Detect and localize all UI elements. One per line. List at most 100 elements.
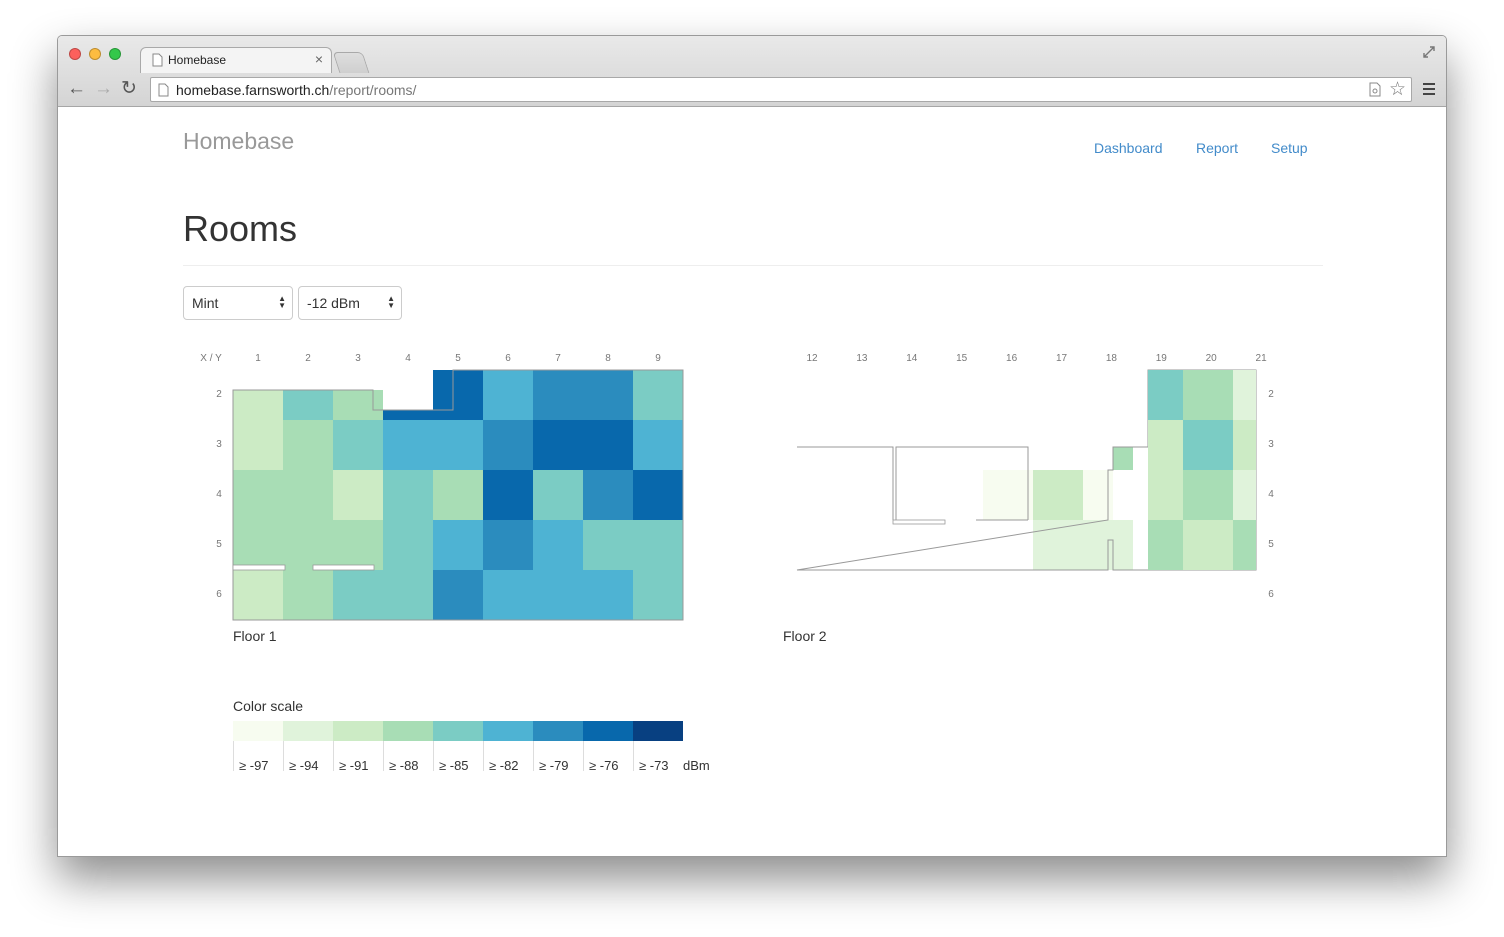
y-axis-label: 2 — [216, 389, 222, 400]
floor1-cell — [633, 520, 683, 570]
page-viewport: Homebase Dashboard Report Setup Rooms Mi… — [58, 108, 1446, 856]
y-axis-label: 5 — [216, 539, 222, 550]
floor1-cell — [383, 420, 433, 470]
menu-icon[interactable] — [1423, 83, 1435, 95]
legend-title: Color scale — [233, 698, 304, 714]
device-select[interactable]: Mint ▲ ▼ — [183, 286, 293, 320]
x-axis-label: 4 — [405, 353, 411, 364]
floor1-cell — [233, 570, 283, 620]
reload-button[interactable]: ↻ — [121, 79, 137, 99]
y-axis-label: 4 — [216, 489, 222, 500]
floor1-cell — [383, 520, 433, 570]
minimize-window-button[interactable] — [89, 48, 101, 60]
device-select-value: Mint — [192, 295, 219, 311]
floor2-cell — [1033, 520, 1113, 570]
legend-swatch — [233, 721, 283, 741]
floor2-cell — [1233, 470, 1256, 520]
y-axis-label: 4 — [1268, 489, 1274, 500]
x-axis-label: 13 — [856, 353, 868, 364]
legend-tick — [233, 741, 234, 771]
nav-dashboard[interactable]: Dashboard — [1094, 140, 1163, 156]
legend-swatch — [583, 721, 633, 741]
new-tab-button[interactable] — [332, 52, 370, 73]
address-bar[interactable]: homebase.farnsworth.ch/report/rooms/ ☆ — [150, 77, 1412, 102]
x-axis-label: 21 — [1255, 353, 1267, 364]
floor1-cell — [483, 520, 533, 570]
nav-report[interactable]: Report — [1196, 140, 1238, 156]
forward-button[interactable]: → — [94, 79, 113, 99]
legend-label: ≥ -88 — [389, 758, 419, 773]
x-axis-label: 7 — [555, 353, 561, 364]
corner-label: X / Y — [200, 353, 222, 364]
nav-setup[interactable]: Setup — [1271, 140, 1308, 156]
url-text: homebase.farnsworth.ch/report/rooms/ — [176, 82, 416, 98]
threshold-select-value: -12 dBm — [307, 295, 360, 311]
legend-tick — [533, 741, 534, 771]
zoom-window-button[interactable] — [109, 48, 121, 60]
floor1-cell — [433, 420, 483, 470]
y-axis-label: 6 — [1268, 589, 1274, 600]
threshold-select[interactable]: -12 dBm ▲ ▼ — [298, 286, 402, 320]
legend-tick — [483, 741, 484, 771]
title-divider — [183, 265, 1323, 266]
floor2-cell — [1113, 520, 1133, 570]
floor1-cell — [433, 470, 483, 520]
floor1-cell — [483, 470, 533, 520]
floor1-cell — [533, 420, 583, 470]
floor2-cell — [1148, 420, 1183, 470]
legend-swatch — [333, 721, 383, 741]
floor1-cell — [383, 470, 433, 520]
legend-swatch — [633, 721, 683, 741]
legend-tick — [383, 741, 384, 771]
back-button[interactable]: ← — [67, 79, 86, 99]
floor2-cell — [1233, 370, 1256, 420]
bookmark-star-icon[interactable]: ☆ — [1389, 78, 1406, 101]
floor1-cell — [283, 420, 333, 470]
floor2-cell — [1183, 370, 1233, 420]
legend-swatch — [383, 721, 433, 741]
desktop: Homebase × ← → ↻ homebase.farnsworth.ch/… — [0, 0, 1504, 937]
legend-label: ≥ -97 — [239, 758, 269, 773]
browser-tab[interactable]: Homebase × — [140, 47, 332, 73]
floor1-cell — [333, 470, 383, 520]
floor1-cell — [433, 520, 483, 570]
floor1-cell — [583, 470, 633, 520]
floor2-cell — [1233, 520, 1256, 570]
legend-swatch — [433, 721, 483, 741]
x-axis-label: 8 — [605, 353, 611, 364]
legend-label: ≥ -85 — [439, 758, 469, 773]
floor2-cell — [1233, 420, 1256, 470]
legend-tick — [433, 741, 434, 771]
y-axis-label: 3 — [1268, 439, 1274, 450]
legend-unit: dBm — [683, 758, 710, 773]
floor1-cell — [533, 470, 583, 520]
page-info-icon[interactable] — [1369, 82, 1381, 97]
x-axis-label: 12 — [806, 353, 818, 364]
floor1-cell — [583, 420, 633, 470]
legend-label: ≥ -91 — [339, 758, 369, 773]
url-host: homebase.farnsworth.ch — [176, 82, 330, 98]
floor1-cell — [233, 420, 283, 470]
x-axis-label: 9 — [655, 353, 661, 364]
floor1-cell — [233, 390, 283, 420]
select-arrows-icon: ▲ ▼ — [387, 294, 395, 310]
legend-label: ≥ -73 — [639, 758, 669, 773]
x-axis-label: 3 — [355, 353, 361, 364]
brand-link[interactable]: Homebase — [183, 128, 294, 155]
floor1-cell — [633, 370, 683, 420]
page-title: Rooms — [183, 208, 298, 249]
floor1-cell — [533, 520, 583, 570]
fullscreen-icon[interactable] — [1422, 45, 1436, 59]
floor1-cell — [483, 570, 533, 620]
floor1-cell — [533, 570, 583, 620]
x-axis-label: 20 — [1205, 353, 1217, 364]
x-axis-label: 19 — [1155, 353, 1167, 364]
floor1-cell — [283, 570, 333, 620]
floor1-cell — [633, 420, 683, 470]
tab-close-icon[interactable]: × — [315, 51, 323, 67]
close-window-button[interactable] — [69, 48, 81, 60]
browser-toolbar: Homebase × ← → ↻ homebase.farnsworth.ch/… — [58, 36, 1446, 107]
floor2-cell — [1033, 470, 1083, 520]
legend-label: ≥ -76 — [589, 758, 619, 773]
floor2-cell — [1148, 520, 1183, 570]
